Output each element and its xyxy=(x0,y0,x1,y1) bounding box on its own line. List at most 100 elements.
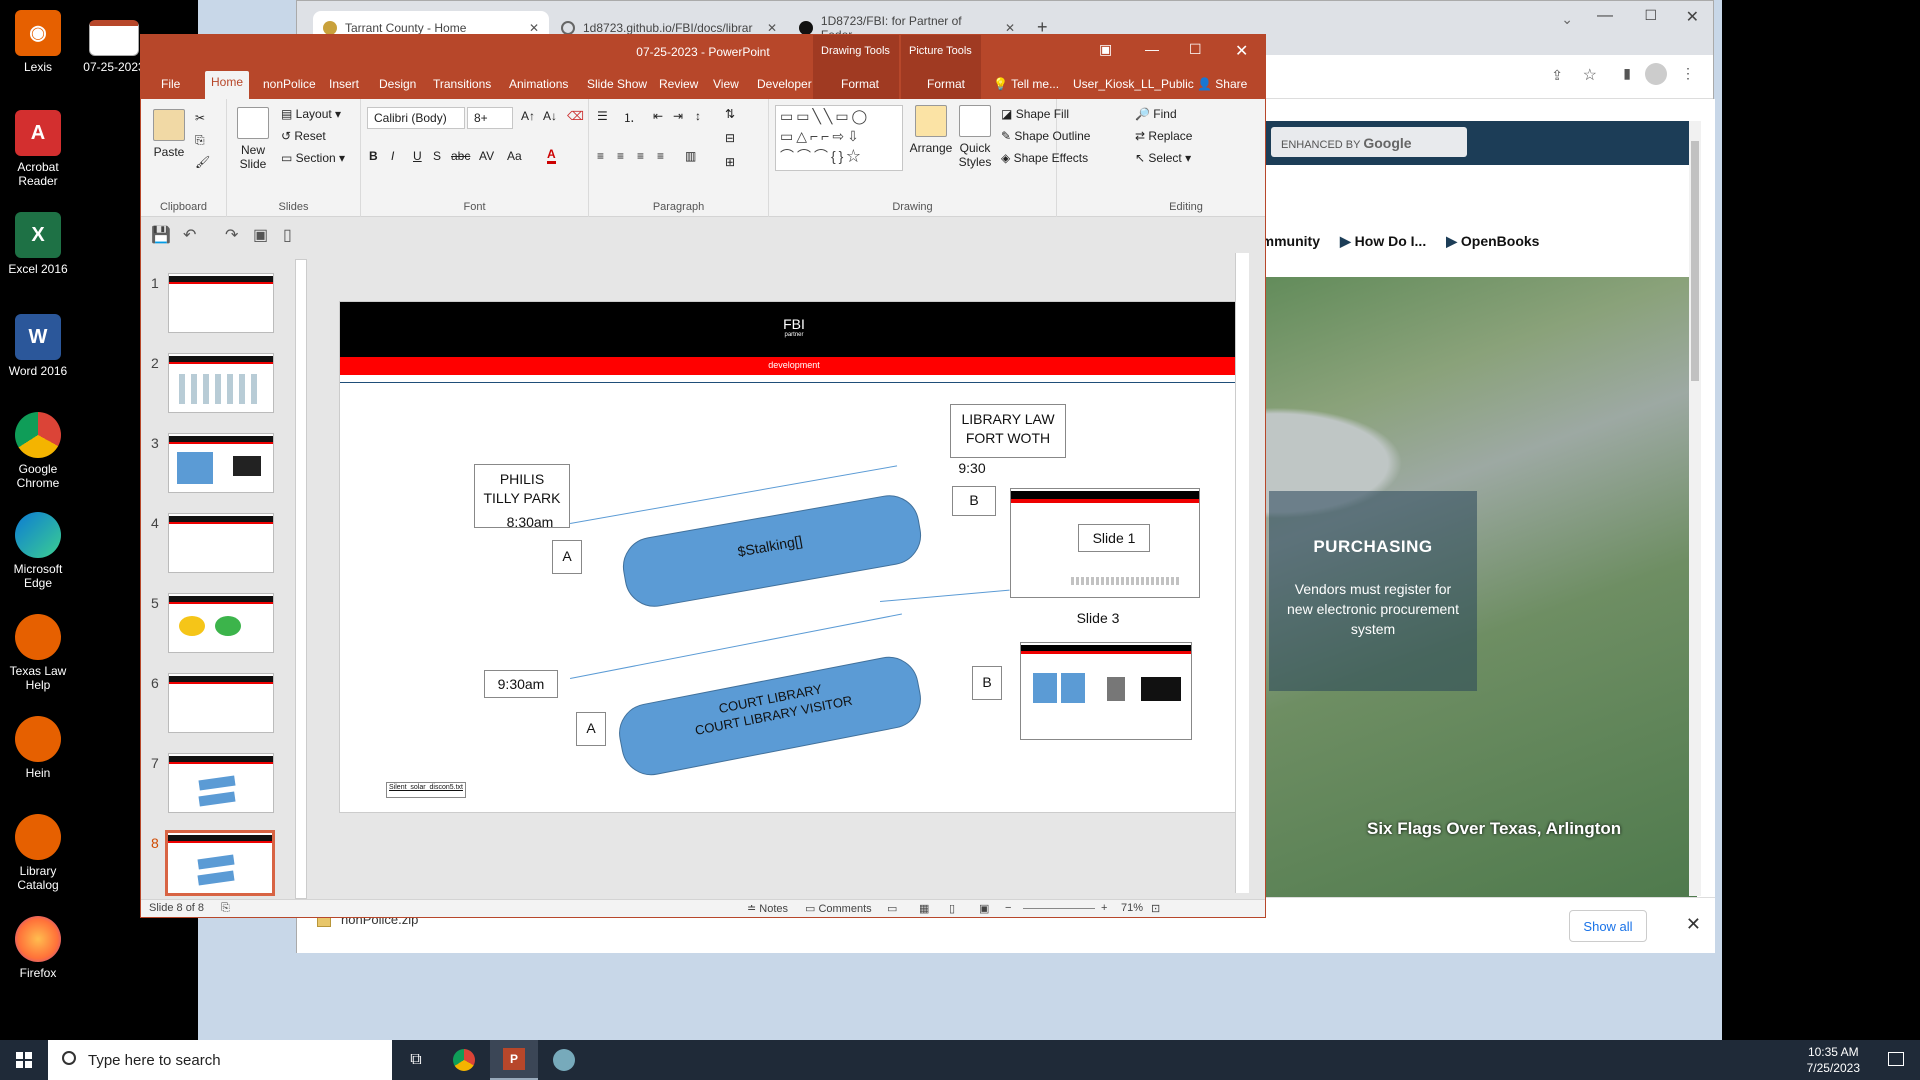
side-panel-icon[interactable]: ▮ xyxy=(1623,65,1631,82)
zoom-level[interactable]: 71% xyxy=(1121,902,1143,914)
font-color-icon[interactable]: A xyxy=(547,147,556,164)
label-a1[interactable]: A xyxy=(552,548,582,564)
text-direction-icon[interactable]: ⇅ xyxy=(725,107,735,121)
ribbon-display-icon[interactable]: ▣ xyxy=(1099,41,1112,58)
zoom-slider[interactable] xyxy=(1023,908,1095,909)
section-button[interactable]: ▭ Section ▾ xyxy=(281,151,345,165)
desktop-icon-firefox[interactable]: Firefox xyxy=(0,916,76,980)
align-center-icon[interactable]: ≡ xyxy=(617,149,624,163)
smartart-icon[interactable]: ⊞ xyxy=(725,155,735,169)
desktop-icon-library-catalog[interactable]: Library Catalog xyxy=(0,814,76,892)
slide-sorter-icon[interactable]: ▦ xyxy=(919,902,929,915)
purchasing-panel[interactable]: PURCHASING Vendors must register for new… xyxy=(1269,491,1477,691)
align-right-icon[interactable]: ≡ xyxy=(637,149,644,163)
change-case-icon[interactable]: Aa xyxy=(507,149,522,163)
tab-slide-show[interactable]: Slide Show xyxy=(581,73,653,95)
desktop-icon-word[interactable]: W Word 2016 xyxy=(0,314,76,378)
taskbar-powerpoint[interactable]: P xyxy=(490,1040,538,1080)
user-name[interactable]: User_Kiosk_LL_Public xyxy=(1067,73,1200,95)
share-icon[interactable]: ⇪ xyxy=(1551,67,1563,84)
zoom-out-icon[interactable]: − xyxy=(1005,902,1011,914)
bookmark-star-icon[interactable]: ☆ xyxy=(1583,65,1597,85)
tab-nonpolice[interactable]: nonPolice xyxy=(257,73,322,95)
normal-view-icon[interactable]: ▭ xyxy=(887,902,897,915)
close-window-icon[interactable]: ✕ xyxy=(1686,7,1699,27)
system-clock[interactable]: 10:35 AM 7/25/2023 xyxy=(1807,1044,1860,1076)
small-text[interactable]: Silent_solar_discon5.txt xyxy=(386,784,466,791)
task-view-button[interactable]: ⧉ xyxy=(392,1040,440,1080)
slide-3-preview[interactable] xyxy=(1020,642,1192,740)
shape-fill-button[interactable]: ◪ Shape Fill xyxy=(1001,107,1069,121)
minimize-icon[interactable]: — xyxy=(1597,7,1613,25)
comments-button[interactable]: ▭ Comments xyxy=(805,902,872,915)
line-spacing-icon[interactable]: ↕ xyxy=(695,109,701,123)
slide-thumbnail[interactable]: 2 xyxy=(141,353,291,419)
desktop-icon-edge[interactable]: Microsoft Edge xyxy=(0,512,76,590)
tab-view[interactable]: View xyxy=(707,73,745,95)
italic-icon[interactable]: I xyxy=(391,149,394,163)
tab-file[interactable]: File xyxy=(155,73,186,95)
increase-indent-icon[interactable]: ⇥ xyxy=(673,109,683,123)
reading-view-icon[interactable]: ▯ xyxy=(949,902,955,915)
maximize-icon[interactable]: ☐ xyxy=(1644,7,1657,24)
desktop-icon-acrobat[interactable]: A Acrobat Reader xyxy=(0,110,76,188)
slide-thumbnail[interactable]: 4 xyxy=(141,513,291,579)
scrollbar-thumb[interactable] xyxy=(1691,141,1699,381)
tab-review[interactable]: Review xyxy=(653,73,704,95)
decrease-indent-icon[interactable]: ⇤ xyxy=(653,109,663,123)
font-name-select[interactable]: Calibri (Body) xyxy=(367,107,465,129)
tell-me-box[interactable]: 💡 Tell me... xyxy=(987,73,1065,95)
tab-insert[interactable]: Insert xyxy=(323,73,365,95)
desktop-icon-excel[interactable]: X Excel 2016 xyxy=(0,212,76,276)
slide-thumbnail[interactable]: 6 xyxy=(141,673,291,739)
tab-search-icon[interactable]: ⌄ xyxy=(1561,11,1573,28)
slideshow-view-icon[interactable]: ▣ xyxy=(979,902,989,915)
philis-text[interactable]: PHILIS TILLY PARK xyxy=(474,470,570,508)
shrink-font-icon[interactable]: A↓ xyxy=(543,109,557,123)
notification-icon[interactable] xyxy=(1888,1052,1904,1066)
quick-styles-button[interactable]: Quick Styles xyxy=(955,105,995,169)
thumbnails-scrollbar[interactable] xyxy=(295,259,307,899)
maximize-icon[interactable]: ☐ xyxy=(1189,41,1202,58)
taskbar-app[interactable] xyxy=(540,1040,588,1080)
copy-icon[interactable]: ⎘ xyxy=(195,133,205,148)
menu-kebab-icon[interactable]: ⋮ xyxy=(1681,65,1695,82)
minimize-icon[interactable]: — xyxy=(1145,41,1159,57)
clear-format-icon[interactable]: ⌫ xyxy=(567,109,584,123)
tab-format-drawing[interactable]: Format xyxy=(835,73,885,95)
label-a2[interactable]: A xyxy=(576,720,606,736)
close-tab-icon[interactable]: ✕ xyxy=(519,21,539,35)
select-button[interactable]: ↖ Select ▾ xyxy=(1135,151,1191,165)
redo-icon[interactable]: ↷ xyxy=(225,225,238,245)
save-icon[interactable]: 💾 xyxy=(151,225,171,245)
slide-thumbnail[interactable]: 5 xyxy=(141,593,291,659)
underline-icon[interactable]: U xyxy=(413,149,422,163)
desktop-icon-hein[interactable]: Hein xyxy=(0,716,76,780)
close-icon[interactable]: ✕ xyxy=(1686,914,1701,935)
align-left-icon[interactable]: ≡ xyxy=(597,149,604,163)
strikethrough-icon[interactable]: abc xyxy=(451,149,470,163)
taskbar-search[interactable]: Type here to search xyxy=(48,1040,392,1080)
bullets-icon[interactable]: ☰ xyxy=(597,109,608,123)
time-930-text[interactable]: 9:30 xyxy=(952,460,992,476)
google-search-box[interactable]: ENHANCED BY Google xyxy=(1271,127,1467,157)
shape-outline-button[interactable]: ✎ Shape Outline xyxy=(1001,129,1090,143)
close-tab-icon[interactable]: ✕ xyxy=(757,21,777,35)
char-spacing-icon[interactable]: AV xyxy=(479,149,494,163)
shadow-icon[interactable]: S xyxy=(433,149,441,163)
close-tab-icon[interactable]: ✕ xyxy=(995,21,1015,35)
time-930am-text[interactable]: 9:30am xyxy=(484,676,558,692)
new-slide-button[interactable]: New Slide xyxy=(231,107,275,171)
find-button[interactable]: 🔎 Find xyxy=(1135,107,1177,121)
layout-button[interactable]: ▤ Layout ▾ xyxy=(281,107,341,121)
numbering-icon[interactable]: ⒈ xyxy=(623,109,635,126)
undo-icon[interactable]: ↶ xyxy=(183,225,196,245)
tab-transitions[interactable]: Transitions xyxy=(427,73,497,95)
page-scrollbar[interactable] xyxy=(1689,121,1701,896)
spell-check-icon[interactable]: ⎘ xyxy=(221,902,230,915)
desktop-icon-texas-law-help[interactable]: Texas Law Help xyxy=(0,614,76,692)
columns-icon[interactable]: ▥ xyxy=(685,149,696,163)
slide-1-label[interactable]: Slide 1 xyxy=(1078,530,1150,546)
grow-font-icon[interactable]: A↑ xyxy=(521,109,535,123)
nav-openbooks[interactable]: OpenBooks xyxy=(1446,233,1540,259)
